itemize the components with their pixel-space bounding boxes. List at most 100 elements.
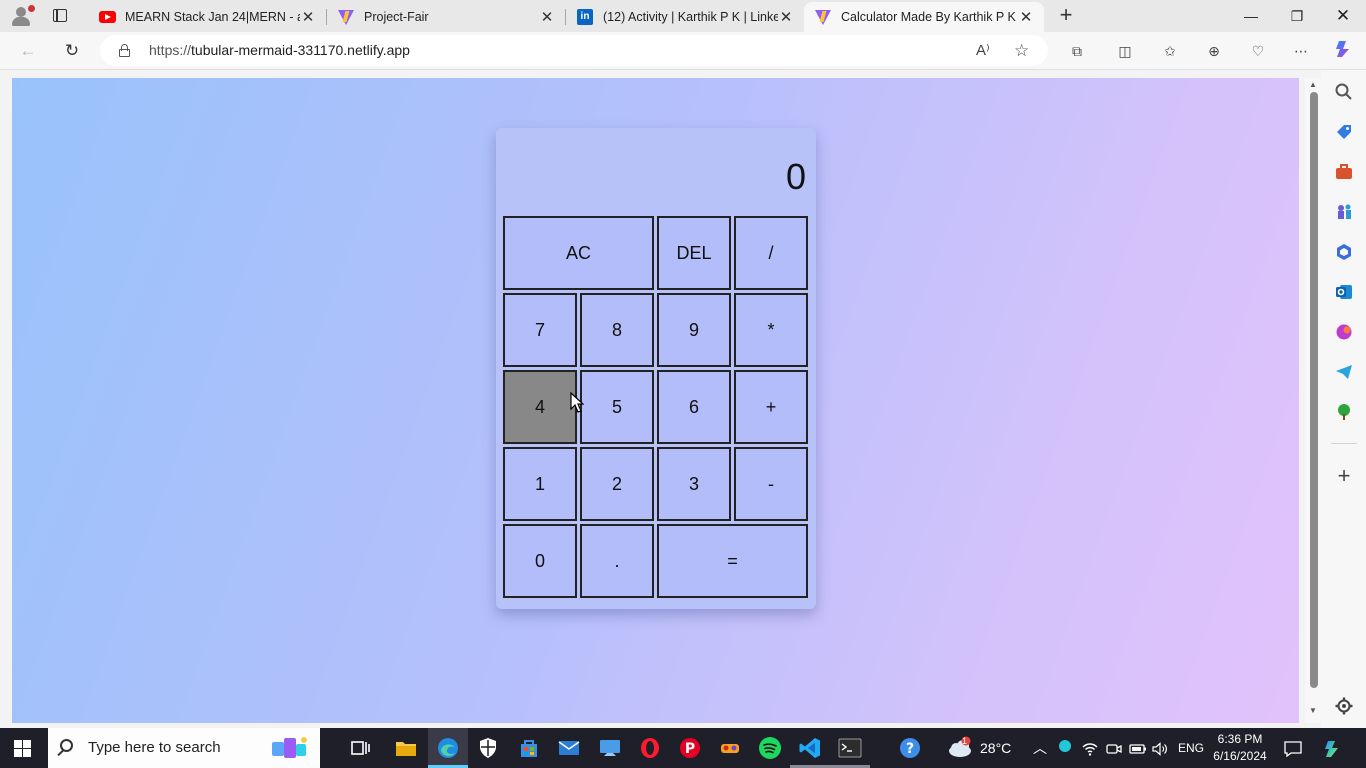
scroll-down-arrow-icon[interactable]: ▼ bbox=[1308, 706, 1318, 715]
tab-calculator[interactable]: Calculator Made By Karthik P K ✕ bbox=[804, 2, 1044, 32]
address-bar[interactable]: https://tubular-mermaid-331170.netlify.a… bbox=[100, 35, 1048, 66]
digit-3-button[interactable]: 3 bbox=[657, 447, 731, 521]
games-chess-icon[interactable] bbox=[1334, 202, 1354, 222]
digit-4-button[interactable]: 4 bbox=[503, 370, 577, 444]
url-text[interactable]: https://tubular-mermaid-331170.netlify.a… bbox=[149, 35, 410, 66]
windows-start-icon[interactable] bbox=[14, 740, 31, 757]
get-help-icon[interactable]: ? bbox=[898, 736, 922, 760]
tab-project-fair[interactable]: Project-Fair ✕ bbox=[327, 2, 565, 32]
add-sidebar-app-icon[interactable]: + bbox=[1334, 465, 1354, 487]
volume-speaker-icon[interactable] bbox=[1152, 728, 1168, 768]
close-tab-icon[interactable]: ✕ bbox=[778, 8, 794, 26]
outlook-icon[interactable] bbox=[1334, 282, 1354, 302]
show-hidden-icons-chevron-up-icon[interactable]: ︿ bbox=[1033, 728, 1047, 768]
pinterest-icon[interactable]: P bbox=[678, 736, 702, 760]
divide-button[interactable]: / bbox=[734, 216, 808, 290]
back-button[interactable]: ← bbox=[13, 36, 43, 66]
close-window-button[interactable]: ✕ bbox=[1320, 0, 1366, 32]
clock-time: 6:36 PM bbox=[1217, 732, 1263, 746]
vite-icon bbox=[814, 9, 832, 25]
calculator: 0 AC DEL / 7 8 9 * 4 5 6 + 1 2 3 - 0 . = bbox=[496, 128, 816, 609]
tab-title: MEARN Stack Jan 24|MERN - adv bbox=[125, 10, 300, 24]
remote-desktop-icon[interactable] bbox=[598, 736, 622, 760]
extensions-icon[interactable]: ⧉ bbox=[1064, 38, 1090, 64]
vscode-icon[interactable] bbox=[798, 736, 822, 760]
svg-text:P: P bbox=[685, 741, 695, 757]
collections-icon[interactable]: ⊕ bbox=[1201, 38, 1227, 64]
copilot-icon[interactable] bbox=[1331, 38, 1357, 64]
profile-avatar-icon[interactable] bbox=[8, 4, 35, 28]
digit-8-button[interactable]: 8 bbox=[580, 293, 654, 367]
digit-1-button[interactable]: 1 bbox=[503, 447, 577, 521]
equals-button[interactable]: = bbox=[657, 524, 808, 598]
shopping-tag-icon[interactable] bbox=[1334, 122, 1354, 142]
digit-0-button[interactable]: 0 bbox=[503, 524, 577, 598]
taskbar-clock[interactable]: 6:36 PM 6/16/2024 bbox=[1206, 731, 1274, 765]
split-screen-icon[interactable]: ◫ bbox=[1112, 38, 1138, 64]
multiply-button[interactable]: * bbox=[734, 293, 808, 367]
opera-browser-icon[interactable] bbox=[638, 736, 662, 760]
scroll-up-arrow-icon[interactable]: ▲ bbox=[1308, 80, 1318, 89]
plus-button[interactable]: + bbox=[734, 370, 808, 444]
calculator-display: 0 bbox=[785, 156, 806, 197]
minus-button[interactable]: - bbox=[734, 447, 808, 521]
notification-dot bbox=[28, 5, 35, 12]
microsoft-store-icon[interactable] bbox=[517, 736, 541, 760]
minimize-button[interactable]: — bbox=[1228, 0, 1274, 32]
windows-security-shield-icon[interactable] bbox=[476, 736, 500, 760]
notification-center-icon[interactable] bbox=[1284, 728, 1302, 768]
copilot-taskbar-icon[interactable] bbox=[1322, 728, 1344, 768]
tools-toolbox-icon[interactable] bbox=[1334, 162, 1354, 182]
digit-5-button[interactable]: 5 bbox=[580, 370, 654, 444]
favorite-star-icon[interactable]: ☆ bbox=[1014, 35, 1029, 66]
tab-youtube[interactable]: MEARN Stack Jan 24|MERN - adv ✕ bbox=[88, 2, 326, 32]
read-aloud-icon[interactable]: A⁾ bbox=[976, 35, 990, 66]
tray-app-icon[interactable] bbox=[1059, 740, 1071, 752]
network-wifi-icon[interactable] bbox=[1082, 728, 1098, 768]
close-tab-icon[interactable]: ✕ bbox=[539, 8, 555, 26]
search-placeholder: Type here to search bbox=[88, 739, 221, 756]
file-explorer-icon[interactable] bbox=[394, 736, 418, 760]
decimal-point-button[interactable]: . bbox=[580, 524, 654, 598]
taskbar-search-box[interactable]: Type here to search bbox=[48, 728, 320, 768]
input-language-indicator[interactable]: ENG bbox=[1178, 728, 1204, 768]
spotify-icon[interactable] bbox=[758, 736, 782, 760]
tab-actions-icon[interactable] bbox=[48, 6, 72, 26]
scrollbar-thumb[interactable] bbox=[1310, 92, 1318, 688]
meet-now-camera-icon[interactable] bbox=[1106, 728, 1122, 768]
more-menu-icon[interactable]: ⋯ bbox=[1288, 38, 1314, 64]
sidebar-settings-gear-icon[interactable] bbox=[1334, 696, 1354, 716]
new-tab-button[interactable]: + bbox=[1054, 4, 1078, 28]
digit-6-button[interactable]: 6 bbox=[657, 370, 731, 444]
browser-essentials-icon[interactable]: ♡ bbox=[1245, 38, 1271, 64]
favorites-icon[interactable]: ✩ bbox=[1157, 38, 1183, 64]
edge-browser-icon[interactable] bbox=[436, 736, 460, 760]
search-icon[interactable] bbox=[1334, 82, 1354, 102]
lock-icon[interactable] bbox=[119, 44, 130, 57]
candy-crush-game-icon[interactable] bbox=[718, 736, 742, 760]
task-view-icon[interactable] bbox=[348, 736, 372, 760]
tab-title: (12) Activity | Karthik P K | LinkedIn bbox=[603, 10, 778, 24]
designer-icon[interactable] bbox=[1334, 322, 1354, 342]
digit-7-button[interactable]: 7 bbox=[503, 293, 577, 367]
terminal-icon[interactable] bbox=[838, 736, 862, 760]
tree-icon[interactable] bbox=[1334, 402, 1354, 422]
edge-sidebar: + bbox=[1321, 70, 1366, 728]
digit-9-button[interactable]: 9 bbox=[657, 293, 731, 367]
all-clear-button[interactable]: AC bbox=[503, 216, 654, 290]
microsoft-365-icon[interactable] bbox=[1334, 242, 1354, 262]
search-icon bbox=[60, 739, 73, 752]
refresh-button[interactable]: ↻ bbox=[57, 36, 87, 66]
tab-linkedin[interactable]: in (12) Activity | Karthik P K | LinkedI… bbox=[566, 2, 804, 32]
battery-plugged-icon[interactable] bbox=[1129, 728, 1147, 768]
send-telegram-icon[interactable] bbox=[1334, 362, 1354, 382]
mail-icon[interactable] bbox=[557, 736, 581, 760]
digit-2-button[interactable]: 2 bbox=[580, 447, 654, 521]
close-tab-icon[interactable]: ✕ bbox=[300, 8, 316, 26]
restore-button[interactable]: ❐ bbox=[1274, 0, 1320, 32]
weather-temperature[interactable]: 28°C bbox=[980, 728, 1011, 768]
page-scrollbar[interactable]: ▲ ▼ bbox=[1305, 78, 1321, 723]
delete-button[interactable]: DEL bbox=[657, 216, 731, 290]
close-tab-icon[interactable]: ✕ bbox=[1018, 8, 1034, 26]
browser-toolbar: ← ↻ https://tubular-mermaid-331170.netli… bbox=[0, 32, 1366, 70]
